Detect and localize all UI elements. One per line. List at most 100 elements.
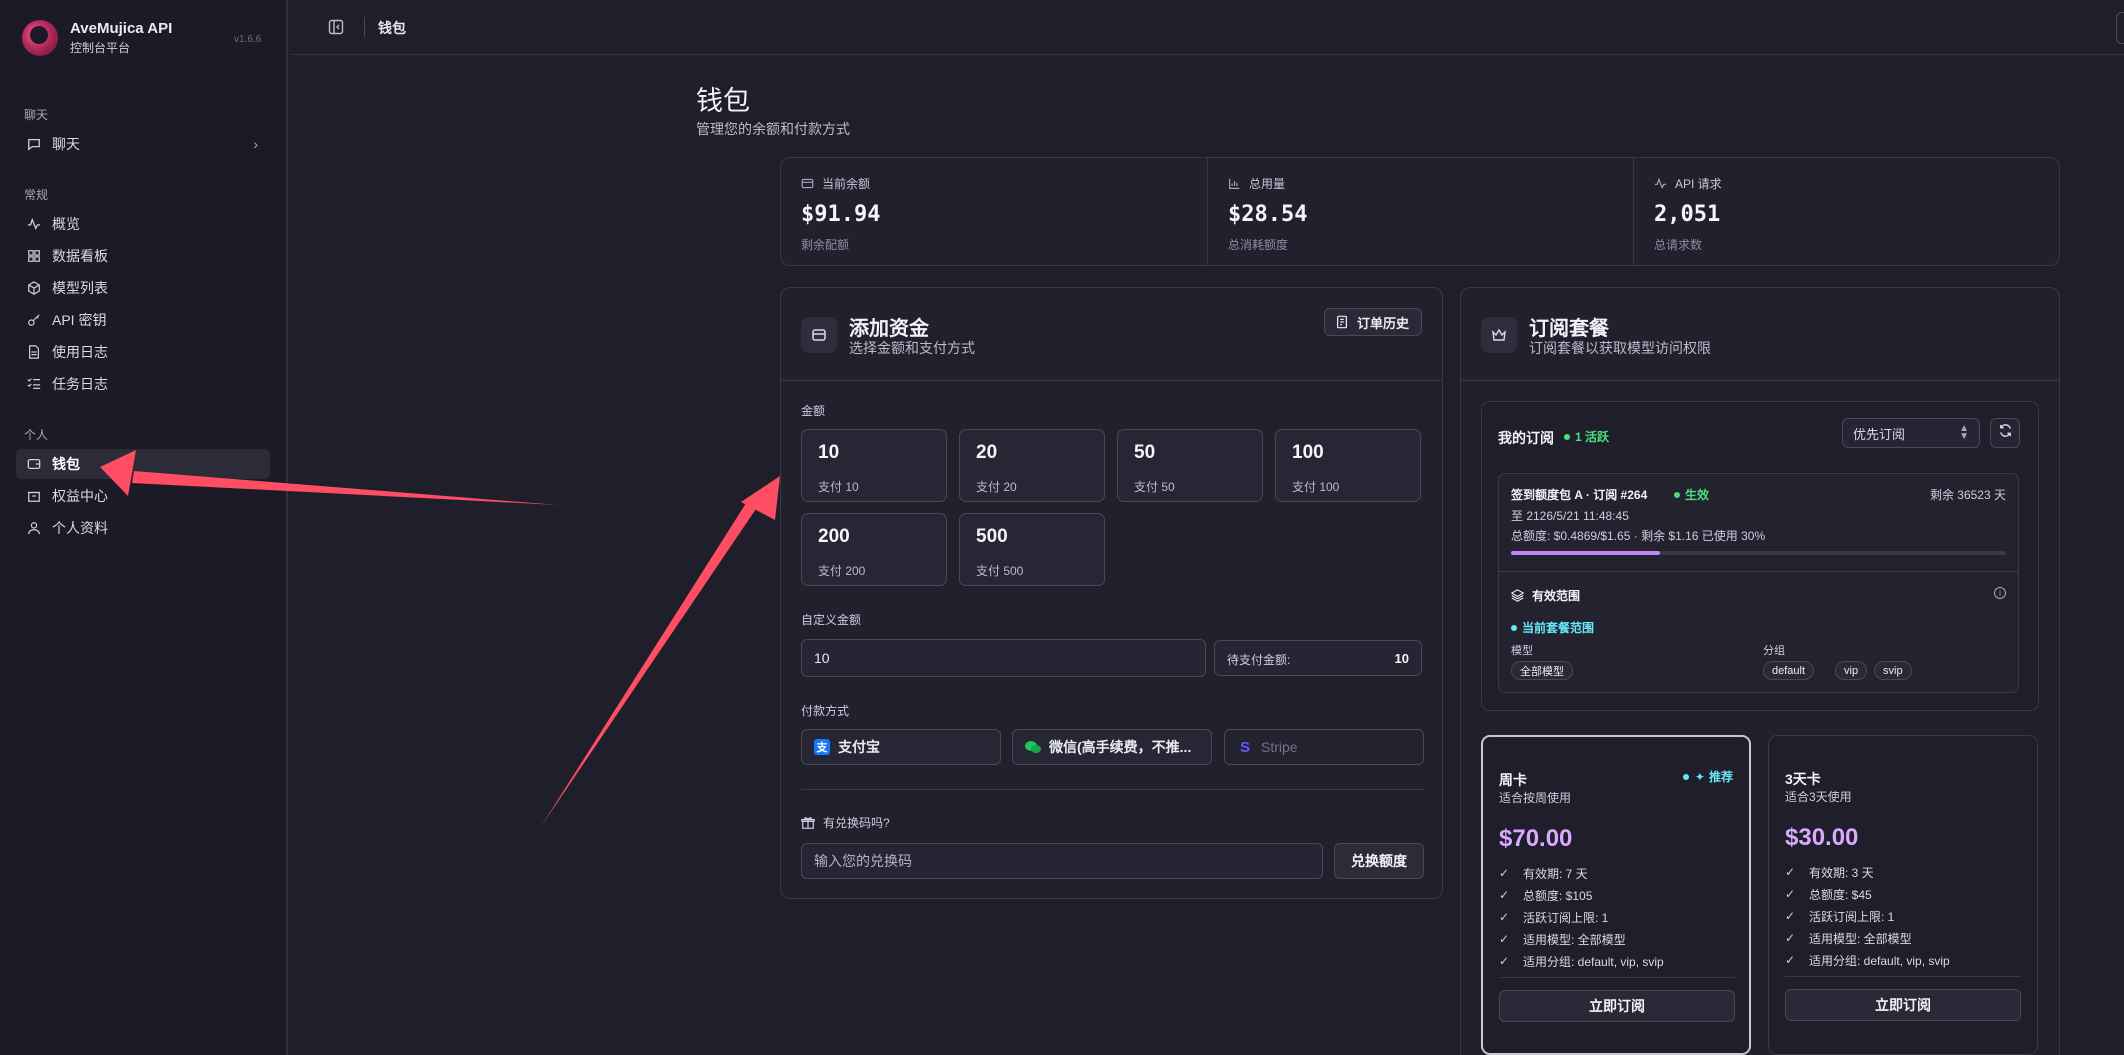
divider <box>364 17 365 37</box>
redeem-label-row: 有兑换码吗? <box>801 814 890 831</box>
custom-amount-label: 自定义金额 <box>801 613 862 627</box>
sidebar-item-task-logs[interactable]: 任务日志 <box>16 369 270 399</box>
sidebar-item-label: 任务日志 <box>52 376 108 392</box>
sidebar-item-label: 聊天 <box>52 136 80 152</box>
my-subscriptions: 我的订阅 1 活跃 优先订阅 ▲ ▼ 签到额度包 A · 订阅 #264 生效 剩… <box>1481 401 2039 711</box>
amount-option[interactable]: 200 支付 200 <box>801 513 947 586</box>
stat-requests: API 请求 2,051 总请求数 <box>1633 158 2059 265</box>
current-scope-label: 当前套餐范围 <box>1522 621 1595 635</box>
user-icon <box>26 520 42 536</box>
subscribe-button[interactable]: 立即订阅 <box>1499 990 1735 1022</box>
alipay-button[interactable]: 支 支付宝 <box>801 729 1001 765</box>
sidebar-item-models[interactable]: 模型列表 <box>16 273 270 303</box>
amount-value: 500 <box>976 526 1008 547</box>
plan-price: $70.00 <box>1499 825 1573 852</box>
nav-section-general: 常规 <box>24 188 49 202</box>
logo-icon <box>22 20 58 56</box>
check-icon: ✓ <box>1499 910 1510 924</box>
remaining-days: 剩余 36523 天 <box>1929 488 2006 502</box>
brand[interactable]: AveMujica API 控制台平台 <box>22 20 172 56</box>
wallet-icon <box>801 317 837 353</box>
sidebar-item-wallet[interactable]: 钱包 <box>16 449 270 479</box>
stat-label: 当前余额 <box>822 177 871 191</box>
amount-option[interactable]: 20 支付 20 <box>959 429 1105 502</box>
sidebar-item-dashboard[interactable]: 数据看板 <box>16 241 270 271</box>
divider <box>801 789 1424 790</box>
subscribe-button[interactable]: 立即订阅 <box>1785 989 2021 1021</box>
recommended-badge: ✦ 推荐 <box>1682 768 1733 785</box>
card-icon <box>801 177 814 190</box>
sidebar-item-label: 钱包 <box>52 456 80 472</box>
redeem-code-input[interactable]: 输入您的兑换码 <box>801 843 1323 879</box>
refresh-button[interactable] <box>1990 418 2020 448</box>
nav-section-personal: 个人 <box>24 428 49 442</box>
key-icon <box>26 312 42 328</box>
custom-amount-input[interactable]: 10 <box>801 639 1206 677</box>
sidebar-item-benefits[interactable]: 权益中心 <box>16 481 270 511</box>
stat-value: $91.94 <box>801 202 881 227</box>
group-chip: svip <box>1874 661 1912 680</box>
stat-value: 2,051 <box>1654 202 1721 227</box>
plan-card-weekly[interactable]: 周卡 适合按周使用 ✦ 推荐 $70.00 ✓ 有效期: 7 天 ✓ 总额度: $10… <box>1481 735 1751 1055</box>
stats-card: 当前余额 $91.94 剩余配额 总用量 $28.54 总消耗额度 API 请求… <box>780 157 2060 266</box>
sidebar-item-profile[interactable]: 个人资料 <box>16 513 270 543</box>
sidebar-item-chat[interactable]: 聊天 › <box>16 129 270 159</box>
amount-pay: 支付 500 <box>976 564 1024 578</box>
amount-value: 200 <box>818 526 850 547</box>
page-subtitle: 管理您的余额和付款方式 <box>696 121 850 137</box>
subscription-until: 至 2126/5/21 11:48:45 <box>1511 509 1629 523</box>
sidebar-item-api-keys[interactable]: API 密钥 <box>16 305 270 335</box>
sidebar-toggle-icon[interactable] <box>328 19 344 35</box>
list-item: ✓ 活跃订阅上限: 1 <box>1785 909 1895 924</box>
info-icon[interactable]: i <box>1994 587 2006 599</box>
amount-option[interactable]: 500 支付 500 <box>959 513 1105 586</box>
amount-option[interactable]: 50 支付 50 <box>1117 429 1263 502</box>
stat-foot: 总消耗额度 <box>1228 238 1289 252</box>
active-count-badge: 1 活跃 <box>1564 428 1609 445</box>
amount-value: 10 <box>818 442 840 463</box>
amount-option[interactable]: 100 支付 100 <box>1275 429 1421 502</box>
check-icon: ✓ <box>1499 888 1510 902</box>
sort-select[interactable]: 优先订阅 ▲ ▼ <box>1842 418 1980 448</box>
bar-chart-icon <box>1228 177 1241 190</box>
add-funds-subtitle: 选择金额和支付方式 <box>849 340 975 356</box>
list-item: ✓ 总额度: $105 <box>1499 888 1593 903</box>
task-list-icon <box>26 376 42 392</box>
amount-pay: 支付 20 <box>976 480 1017 494</box>
stat-label: API 请求 <box>1675 177 1722 191</box>
sidebar-item-label: 概览 <box>52 216 80 232</box>
grid-icon <box>26 248 42 264</box>
divider <box>1785 976 2021 977</box>
box-icon <box>26 488 42 504</box>
sidebar-item-usage-logs[interactable]: 使用日志 <box>16 337 270 367</box>
chevron-right-icon: › <box>253 136 258 152</box>
amount-value: 50 <box>1134 442 1156 463</box>
alipay-icon: 支 <box>814 739 830 755</box>
status-badge: 生效 <box>1674 486 1709 503</box>
order-history-button[interactable]: 订单历史 <box>1323 308 1422 336</box>
activity-icon <box>26 216 42 232</box>
subscriptions-header: 订阅套餐 订阅套餐以获取模型访问权限 <box>1461 288 2059 381</box>
stripe-button[interactable]: S Stripe <box>1224 729 1424 765</box>
wechat-button[interactable]: 微信(高手续费，不推... <box>1012 729 1212 765</box>
sparkle-icon: ✦ <box>1694 769 1705 784</box>
plan-name: 3天卡 <box>1785 771 1821 787</box>
brand-subtitle: 控制台平台 <box>70 41 131 55</box>
list-item: ✓ 适用分组: default, vip, svip <box>1785 953 1950 968</box>
add-funds-header: 添加资金 选择金额和支付方式 订单历史 <box>781 288 1442 381</box>
check-icon: ✓ <box>1785 865 1796 879</box>
subscription-quota: 总额度: $0.4869/$1.65 · 剩余 $1.16 已使用 30% <box>1511 529 1766 543</box>
annotation-arrow-amount <box>540 476 780 828</box>
usage-progress-bar <box>1511 551 2006 555</box>
subscription-name: 签到额度包 A · 订阅 #264 <box>1511 488 1648 502</box>
nav-section-chat: 聊天 <box>24 108 49 122</box>
amount-option[interactable]: 10 支付 10 <box>801 429 947 502</box>
sort-select-value: 优先订阅 <box>1853 426 1906 442</box>
plan-card-3day[interactable]: 3天卡 适合3天使用 $30.00 ✓ 有效期: 3 天 ✓ 总额度: $45 ✓ 活… <box>1768 735 2038 1055</box>
badge-label: 推荐 <box>1708 770 1733 784</box>
topbar-edge-button[interactable] <box>2116 12 2124 44</box>
sidebar-item-overview[interactable]: 概览 <box>16 209 270 239</box>
pending-label: 待支付金额: <box>1227 653 1291 667</box>
redeem-button[interactable]: 兑换额度 <box>1334 843 1424 879</box>
add-funds-card: 添加资金 选择金额和支付方式 订单历史 金额 10 支付 10 20 支付 20 5… <box>780 287 1443 899</box>
